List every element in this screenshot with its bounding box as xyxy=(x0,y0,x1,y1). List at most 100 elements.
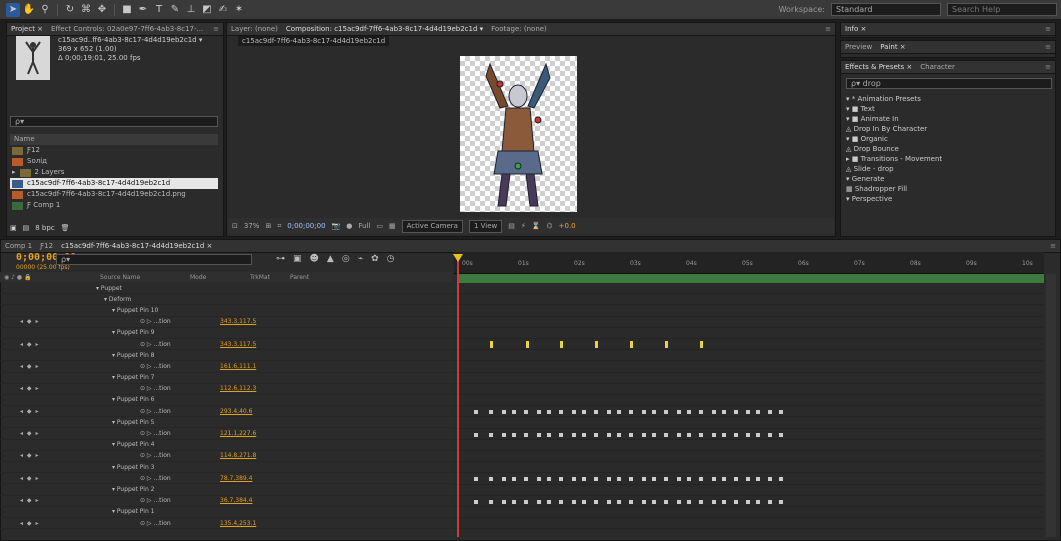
mode-column[interactable]: Mode xyxy=(190,274,250,281)
timeline-search-input[interactable]: ρ▾ xyxy=(56,254,252,265)
keyframe-marker[interactable] xyxy=(746,410,750,415)
property-name[interactable]: ▾ Puppet Pin 8 xyxy=(40,352,220,359)
keyframe-marker[interactable] xyxy=(572,499,576,504)
layer-property-row[interactable]: ◂ ◆ ▸ ⊙ ▷ ...tion 112.6,112.3 xyxy=(0,384,452,395)
keyframe-marker[interactable] xyxy=(559,410,563,415)
keyframe-marker[interactable] xyxy=(699,499,703,504)
keyframe-marker[interactable] xyxy=(722,432,726,437)
keyframe-marker[interactable] xyxy=(642,499,646,504)
keyframe-marker[interactable] xyxy=(629,432,633,437)
keyframe-marker[interactable] xyxy=(524,432,528,437)
keyframe-marker[interactable] xyxy=(537,432,541,437)
keyframe-marker[interactable] xyxy=(756,410,760,415)
frame-blending-icon[interactable]: ▲ xyxy=(327,254,334,264)
keyframe-marker[interactable] xyxy=(664,410,668,415)
keyframe-marker[interactable] xyxy=(594,432,598,437)
resolution-select[interactable]: Full xyxy=(358,222,370,230)
workspace-select[interactable]: Standard xyxy=(831,3,941,16)
keyframe-marker[interactable] xyxy=(699,432,703,437)
list-item[interactable]: Ѕолід xyxy=(10,156,218,167)
exposure-value[interactable]: +0.0 xyxy=(559,222,576,230)
keyframe-marker[interactable] xyxy=(768,432,772,437)
keyframe-marker[interactable] xyxy=(712,477,716,482)
keyframe-navigator[interactable]: ◂ ◆ ▸ xyxy=(0,318,40,325)
trkmat-column[interactable]: TrkMat xyxy=(250,274,290,281)
property-value[interactable]: 78.7,389.4 xyxy=(220,475,252,482)
property-name[interactable]: ⊙ ▷ ...tion xyxy=(40,341,220,348)
keyframe-marker[interactable] xyxy=(474,477,478,482)
current-time-indicator[interactable] xyxy=(457,254,459,537)
tab-effects-presets[interactable]: Effects & Presets × xyxy=(845,63,912,71)
brush-tool-icon[interactable]: ✎ xyxy=(168,3,182,17)
keyframe-marker[interactable] xyxy=(629,477,633,482)
keyframe-marker[interactable] xyxy=(489,477,493,482)
layer-property-row[interactable]: ▾ Puppet Pin 10 xyxy=(0,305,452,317)
safe-zones-icon[interactable]: ⌗ xyxy=(277,222,281,231)
toggle-pixel-aspect-icon[interactable]: ▤ xyxy=(508,222,515,230)
list-item[interactable]: ▸ 2 Layers xyxy=(10,167,218,178)
property-value[interactable]: 112.6,112.3 xyxy=(220,385,256,392)
trash-icon[interactable]: 🗑 xyxy=(61,224,70,232)
keyframe-marker[interactable] xyxy=(582,410,586,415)
keyframe-marker[interactable] xyxy=(547,432,551,437)
keyframe-marker[interactable] xyxy=(502,410,506,415)
property-name[interactable]: ⊙ ▷ ...tion xyxy=(40,452,220,459)
layer-property-row[interactable]: ◂ ◆ ▸ ⊙ ▷ ...tion 114.8,271.8 xyxy=(0,451,452,462)
keyframe-marker[interactable] xyxy=(756,499,760,504)
keyframe-navigator[interactable]: ◂ ◆ ▸ xyxy=(0,363,40,370)
keyframe-marker[interactable] xyxy=(594,499,598,504)
layer-property-row[interactable]: ▾ Puppet Pin 8 xyxy=(0,350,452,362)
tree-item[interactable]: ▾ ■ Organic xyxy=(846,134,1046,144)
keyframe-marker[interactable] xyxy=(779,477,783,482)
property-name[interactable]: ⊙ ▷ ...tion xyxy=(40,475,220,482)
layer-property-row[interactable]: ◂ ◆ ▸ ⊙ ▷ ...tion 343.3,117.5 xyxy=(0,317,452,328)
keyframe-marker[interactable] xyxy=(699,477,703,482)
keyframe-marker[interactable] xyxy=(617,410,621,415)
effects-search-input[interactable]: ρ▾ drop xyxy=(846,78,1052,89)
property-value[interactable]: 121.1,227.6 xyxy=(220,430,256,437)
tab-info[interactable]: Info × xyxy=(845,25,866,33)
keyframe-marker[interactable] xyxy=(779,499,783,504)
keyframe-marker[interactable] xyxy=(537,477,541,482)
tab-current-comp[interactable]: c15ac9df-7ff6-4ab3-8c17-4d4d19eb2c1d × xyxy=(61,242,212,250)
layer-property-row[interactable]: ◂ ◆ ▸ ⊙ ▷ ...tion 343.3,117.5 xyxy=(0,339,452,351)
keyframe-marker[interactable] xyxy=(524,499,528,504)
property-name[interactable]: ⊙ ▷ ...tion xyxy=(40,430,220,437)
tab-comp-1[interactable]: Comp 1 xyxy=(5,242,32,250)
keyframe-marker[interactable] xyxy=(722,499,726,504)
flowchart-icon[interactable]: ⌬ xyxy=(547,222,553,230)
keyframe-marker[interactable] xyxy=(629,410,633,415)
transparency-grid-icon[interactable]: ▦ xyxy=(389,222,396,230)
tree-item[interactable]: ◬ Drop Bounce xyxy=(846,144,1046,154)
keyframe-marker[interactable] xyxy=(746,432,750,437)
keyframe-marker[interactable] xyxy=(768,477,772,482)
disclosure-triangle-icon[interactable]: ▸ xyxy=(12,167,16,178)
panel-menu-icon[interactable]: ≡ xyxy=(1050,242,1056,250)
tree-item[interactable]: ▾ * Animation Presets xyxy=(846,94,1046,104)
list-item[interactable]: c15ac9df-7ff6-4ab3-8c17-4d4d19eb2c1d.png xyxy=(10,189,218,200)
tab-f12[interactable]: Ƒ12 xyxy=(40,242,53,250)
layer-property-row[interactable]: ◂ ◆ ▸ ⊙ ▷ ...tion 135.4,253.1 xyxy=(0,518,452,530)
keyframe-marker[interactable] xyxy=(664,477,668,482)
keyframe-marker[interactable] xyxy=(502,477,506,482)
keyframe-marker[interactable] xyxy=(687,477,691,482)
keyframe-navigator[interactable]: ◂ ◆ ▸ xyxy=(0,385,40,392)
keyframe-marker[interactable] xyxy=(489,499,493,504)
keyframe-marker[interactable] xyxy=(502,499,506,504)
layer-property-row[interactable]: ▾ Puppet Pin 4 xyxy=(0,440,452,451)
keyframe-marker[interactable] xyxy=(779,410,783,415)
keyframe-marker[interactable] xyxy=(677,499,681,504)
keyframe-marker[interactable] xyxy=(617,432,621,437)
draft-3d-icon[interactable]: ▣ xyxy=(293,254,302,264)
keyframe-marker[interactable] xyxy=(664,499,668,504)
property-name[interactable]: ▾ Puppet Pin 1 xyxy=(40,508,220,515)
composition-canvas[interactable] xyxy=(460,56,577,212)
interpret-footage-icon[interactable]: ▣ xyxy=(10,224,17,232)
property-value[interactable]: 343.3,117.5 xyxy=(220,341,256,348)
property-name[interactable]: ⊙ ▷ ...tion xyxy=(40,497,220,504)
keyframe-marker[interactable] xyxy=(607,432,611,437)
region-of-interest-icon[interactable]: ▭ xyxy=(376,222,383,230)
keyframe-marker[interactable] xyxy=(502,432,506,437)
layer-property-row[interactable]: ▾ Puppet Pin 7 xyxy=(0,373,452,384)
keyframe-marker[interactable] xyxy=(687,432,691,437)
